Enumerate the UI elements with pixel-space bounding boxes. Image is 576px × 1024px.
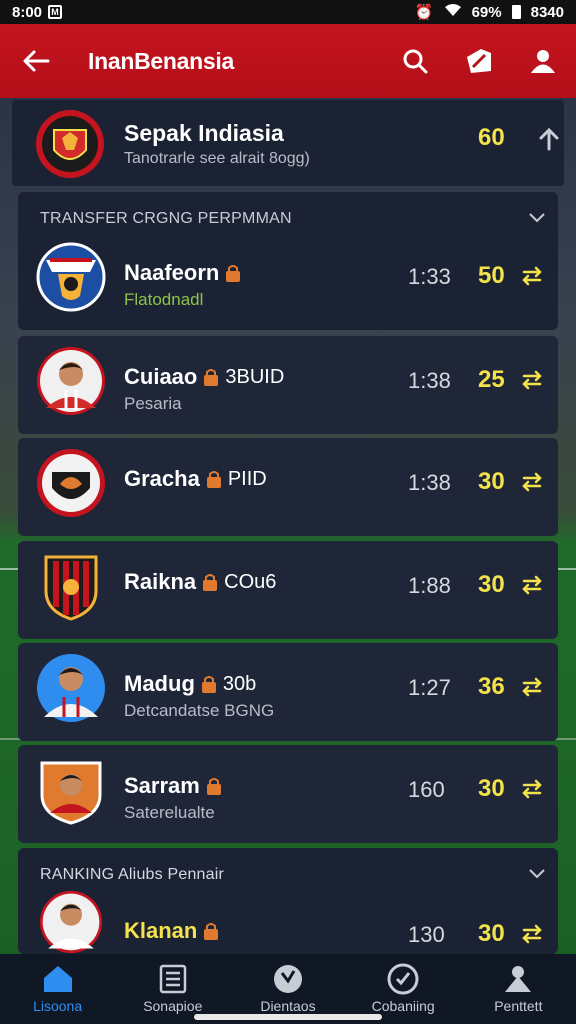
player-subtitle: Flatodnadl: [124, 290, 204, 309]
nav-item-badge[interactable]: Cobaniing: [348, 962, 458, 1014]
player-rank: 1:38: [408, 470, 451, 495]
player-points: 36: [478, 673, 505, 700]
team-name: Sepak Indiasia: [124, 120, 284, 146]
swap-icon[interactable]: [520, 777, 544, 801]
player-rank: 160: [408, 777, 445, 802]
lock-icon: [203, 574, 218, 591]
swap-icon[interactable]: [520, 264, 544, 288]
player-name: Raikna COu6: [124, 569, 277, 594]
lock-icon: [204, 923, 219, 940]
team-header-card[interactable]: Sepak Indiasia Tanotrarle see alrait 8og…: [12, 100, 564, 186]
player-subtitle: Detcandatse BGNG: [124, 701, 275, 720]
wifi-icon: [444, 3, 462, 21]
alarm-icon: ⏰: [414, 4, 434, 21]
player-name: Naafeorn: [124, 260, 241, 286]
nav-item-shield[interactable]: Dientaos: [233, 962, 343, 1014]
chevron-down-icon[interactable]: [528, 212, 546, 224]
nav-label: Sonapioe: [143, 998, 203, 1014]
player-rank: 1:27: [408, 675, 451, 700]
battery-percent: 69%: [471, 3, 502, 21]
nav-label: Lisoona: [33, 998, 83, 1014]
player-subtitle: Pesaria: [124, 394, 182, 413]
player-rank: 1:33: [408, 264, 451, 289]
lock-icon: [201, 676, 216, 693]
lock-icon: [226, 265, 241, 282]
player-name: Klanan: [124, 918, 219, 944]
back-arrow-icon[interactable]: [18, 43, 54, 79]
swap-icon[interactable]: [520, 675, 544, 699]
club-badge-icon: [37, 449, 105, 517]
player-points: 30: [478, 775, 505, 802]
list-item[interactable]: Madug 30b Detcandatse BGNG 1:27 36: [18, 643, 558, 741]
player-avatar: [39, 890, 103, 954]
club-badge-icon: [44, 555, 98, 621]
player-tag: COu6: [224, 570, 277, 593]
player-tag: 3BUID: [225, 365, 285, 388]
list-item[interactable]: Sarram Saterelualte 160 30: [18, 745, 558, 843]
swap-icon[interactable]: [520, 573, 544, 597]
nav-label: Penttett: [494, 998, 543, 1014]
player-avatar: [37, 654, 105, 722]
badge-icon: [386, 962, 420, 996]
player-points: 30: [478, 468, 505, 495]
nav-item-home[interactable]: Lisoona: [3, 962, 113, 1014]
player-avatar: [37, 347, 105, 415]
swap-icon[interactable]: [520, 922, 544, 946]
player-tag: 30b: [222, 672, 257, 695]
nav-item-list[interactable]: Sonapioe: [118, 962, 228, 1014]
home-icon: [41, 962, 75, 996]
list-item[interactable]: Raikna COu6 1:88 30: [18, 541, 558, 639]
profile-icon[interactable]: [528, 46, 558, 76]
shield-icon: [271, 962, 305, 996]
club-badge-icon: [36, 242, 106, 312]
section-title-ranking: RANKING Aliubs Pennair: [40, 866, 225, 883]
lock-icon: [204, 369, 219, 386]
edit-icon[interactable]: [464, 46, 494, 76]
list-item[interactable]: Gracha PIID 1:38 30: [18, 438, 558, 536]
section-title-transfer: TRANSFER CRGNG PERPMMAN: [40, 210, 292, 227]
player-tag: PIID: [227, 467, 267, 490]
app-title: InanBenansia: [88, 47, 234, 74]
list-item[interactable]: Naafeorn Flatodnadl 1:33 50: [18, 232, 558, 330]
app-bar: InanBenansia: [0, 24, 576, 98]
swap-icon[interactable]: [520, 470, 544, 494]
player-points: 30: [478, 920, 505, 947]
player-points: 25: [478, 366, 505, 393]
player-rank: 130: [408, 922, 445, 947]
player-rank: 1:38: [408, 368, 451, 393]
arrow-up-icon[interactable]: [538, 127, 560, 151]
person-icon: [501, 962, 535, 996]
team-crest-icon: [36, 110, 104, 178]
notification-icon: M: [48, 5, 63, 19]
team-score: 60: [478, 124, 505, 151]
list-item[interactable]: Cuiaao 3BUID Pesaria 1:38 25: [18, 336, 558, 434]
status-clock-right: 8340: [530, 3, 564, 21]
player-name: Sarram: [124, 773, 222, 799]
player-name: Madug 30b: [124, 671, 257, 696]
player-subtitle: Saterelualte: [124, 803, 215, 822]
lock-icon: [206, 471, 221, 488]
player-points: 30: [478, 571, 505, 598]
team-subtitle: Tanotrarle see alrait 8ogg): [124, 150, 310, 167]
home-indicator[interactable]: [194, 1014, 382, 1020]
battery-icon: [511, 5, 521, 19]
lock-icon: [206, 778, 221, 795]
player-name: Gracha PIID: [124, 466, 267, 491]
status-time: 8:00: [12, 3, 43, 21]
status-bar: 8:00 M ⏰ 69% 8340: [0, 0, 576, 24]
player-rank: 1:88: [408, 573, 451, 598]
nav-label: Dientaos: [260, 998, 316, 1014]
player-points: 50: [478, 262, 505, 289]
player-avatar: [40, 761, 102, 825]
list-icon: [156, 962, 190, 996]
swap-icon[interactable]: [520, 368, 544, 392]
chevron-down-icon[interactable]: [528, 868, 546, 880]
list-item[interactable]: Klanan 130 30: [18, 884, 558, 954]
search-icon[interactable]: [400, 46, 430, 76]
nav-label: Cobaniing: [371, 998, 435, 1014]
nav-item-person[interactable]: Penttett: [463, 962, 573, 1014]
player-name: Cuiaao 3BUID: [124, 364, 285, 389]
